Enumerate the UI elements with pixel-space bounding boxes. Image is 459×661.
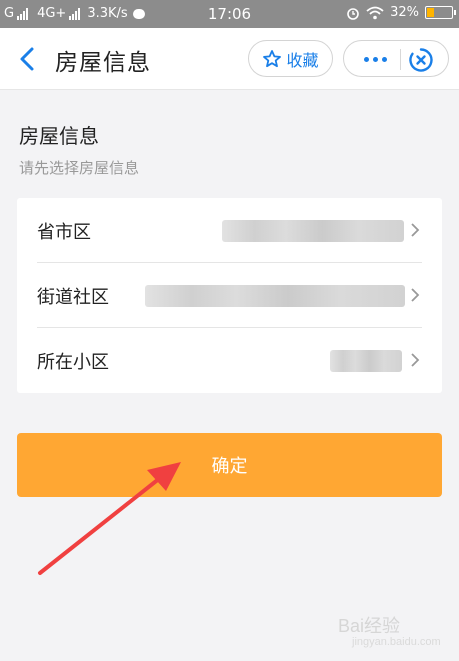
section-subtitle: 请先选择房屋信息 (19, 159, 140, 177)
chevron-right-icon (411, 288, 420, 302)
chevron-left-icon[interactable] (14, 44, 40, 74)
more-dots-icon[interactable] (356, 45, 394, 73)
mini-program-capsule (343, 40, 449, 77)
watermark-subtext: jingyan.baidu.com (352, 636, 441, 648)
page-title: 房屋信息 (55, 50, 151, 76)
status-right: 32% (346, 5, 456, 20)
section-title: 房屋信息 (19, 124, 99, 148)
favorite-label: 收藏 (286, 50, 319, 70)
nav-header: 房屋信息 收藏 (0, 28, 459, 90)
house-info-card: 省市区 街道社区 所在小区 (17, 198, 442, 393)
watermark-logo: Bai经验 (338, 616, 401, 636)
confirm-label: 确定 (211, 456, 248, 477)
capsule-divider (400, 49, 401, 70)
battery-fill (427, 8, 434, 17)
confirm-button[interactable]: 确定 (17, 433, 442, 497)
street-community-row[interactable]: 街道社区 (17, 263, 442, 328)
favorite-button[interactable]: 收藏 (248, 40, 333, 77)
battery-percent: 32% (390, 5, 419, 20)
close-circle-icon[interactable] (408, 47, 434, 73)
chevron-right-icon (411, 353, 420, 367)
battery-icon (425, 6, 456, 19)
wifi-icon (366, 6, 384, 19)
row-label: 省市区 (37, 222, 91, 243)
redacted-value (330, 350, 402, 372)
row-label: 所在小区 (37, 352, 109, 373)
star-icon (263, 49, 282, 67)
row-label: 街道社区 (37, 287, 109, 308)
redacted-value (145, 285, 405, 307)
residential-complex-row[interactable]: 所在小区 (17, 328, 442, 393)
province-city-district-row[interactable]: 省市区 (17, 198, 442, 263)
chevron-right-icon (411, 223, 420, 237)
redacted-value (222, 220, 404, 242)
alarm-icon (347, 7, 359, 20)
status-bar: G 4G+ 3.3K/s 17:06 32% (0, 0, 459, 28)
